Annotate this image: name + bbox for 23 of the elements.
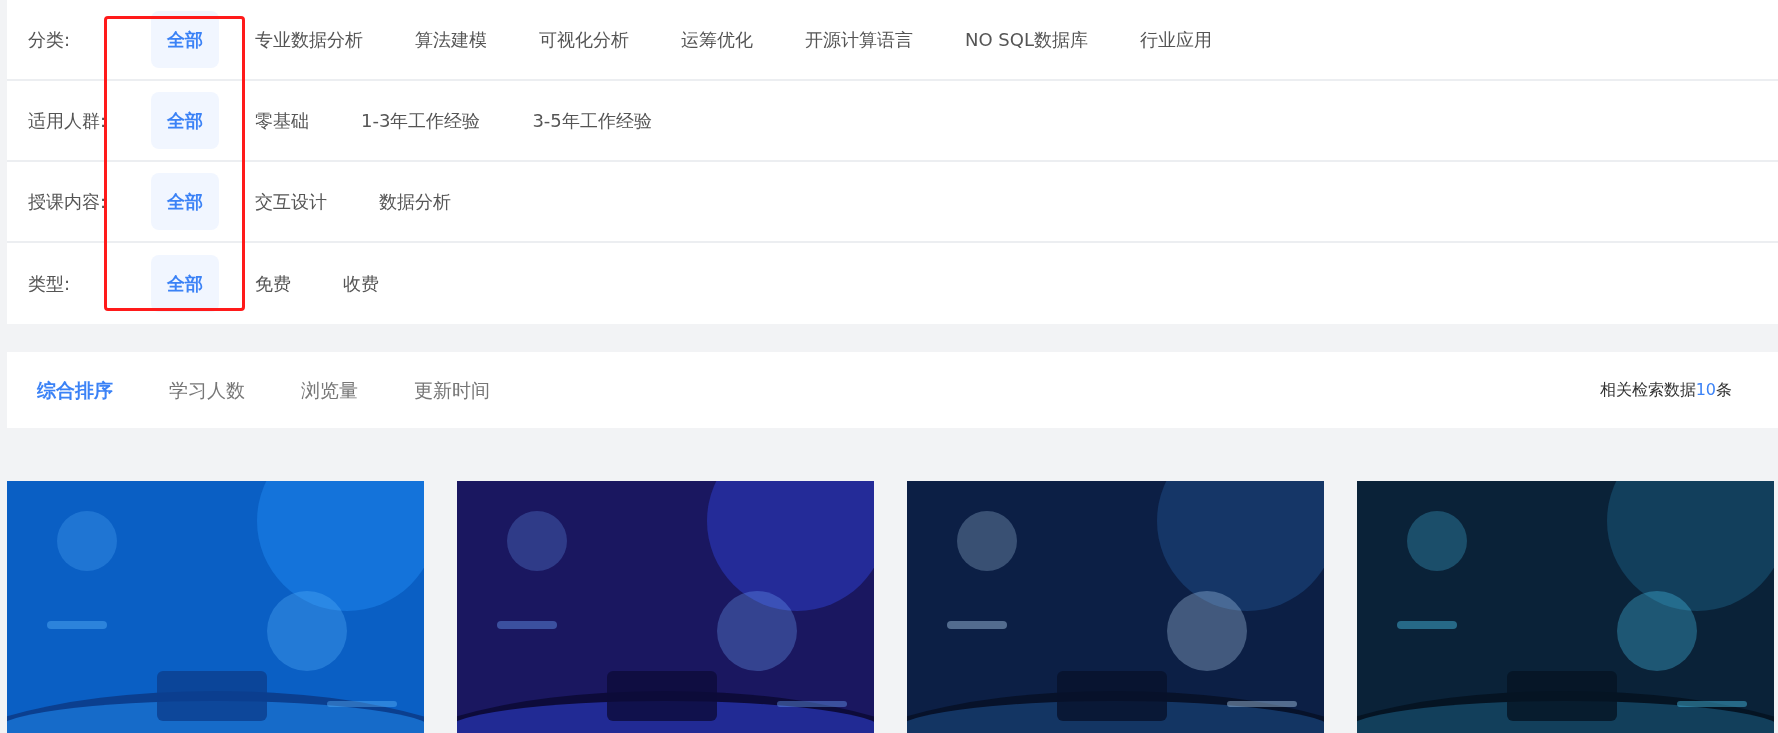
filter-option[interactable]: 可视化分析 xyxy=(523,11,645,68)
filter-option[interactable]: 数据分析 xyxy=(363,173,467,230)
filter-option[interactable]: 1-3年工作经验 xyxy=(345,92,497,149)
sort-tab[interactable]: 更新时间 xyxy=(414,375,490,405)
filter-option[interactable]: 收费 xyxy=(327,255,395,312)
filter-option[interactable]: 交互设计 xyxy=(239,173,343,230)
sort-tab[interactable]: 综合排序 xyxy=(37,375,113,405)
sort-tab[interactable]: 学习人数 xyxy=(169,375,245,405)
filter-option[interactable]: NO SQL数据库 xyxy=(949,11,1104,68)
filter-label: 适用人群: xyxy=(27,109,108,133)
filter-option[interactable]: 零基础 xyxy=(239,92,325,149)
result-count: 相关检索数据10条 xyxy=(1599,379,1732,401)
filter-option[interactable]: 3-5年工作经验 xyxy=(516,92,668,149)
filter-label: 分类: xyxy=(27,28,72,52)
filter-option[interactable]: 开源计算语言 xyxy=(789,11,929,68)
filter-option[interactable]: 免费 xyxy=(239,255,307,312)
filter-option[interactable]: 运筹优化 xyxy=(665,11,769,68)
filter-label: 类型: xyxy=(27,272,72,296)
filter-label: 授课内容: xyxy=(27,190,108,214)
sort-tab[interactable]: 浏览量 xyxy=(301,375,358,405)
filter-option[interactable]: 行业应用 xyxy=(1124,11,1228,68)
filter-option[interactable]: 算法建模 xyxy=(399,11,503,68)
filter-option[interactable]: 专业数据分析 xyxy=(239,11,379,68)
